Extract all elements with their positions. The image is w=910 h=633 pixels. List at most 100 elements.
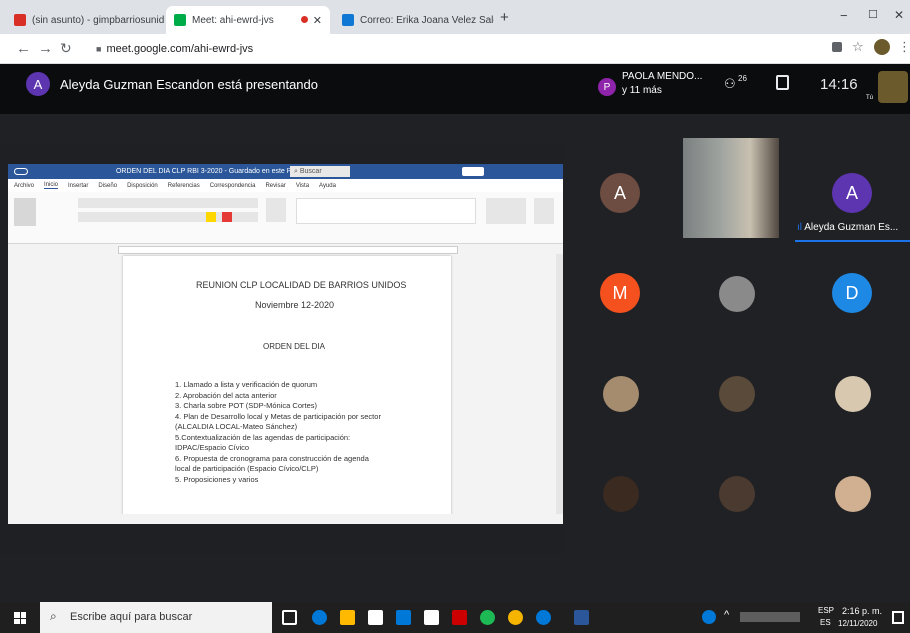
mail-icon[interactable]	[396, 610, 411, 625]
chevron-up-icon[interactable]: ^	[724, 609, 729, 621]
star-icon[interactable]: ☆	[852, 39, 864, 55]
skype-icon[interactable]	[536, 610, 551, 625]
participant-tile[interactable]	[563, 444, 678, 542]
maximize-button[interactable]: ☐	[868, 8, 878, 21]
participant-tile[interactable]	[679, 138, 794, 242]
doc-item: IDPAC/Espacio Cívico	[175, 443, 250, 452]
editing-controls[interactable]	[486, 198, 526, 224]
doc-section-title: ORDEN DEL DIA	[263, 342, 325, 351]
back-icon[interactable]: ←	[16, 40, 31, 57]
tab-gmail[interactable]: (sin asunto) - gimpbarriosunidos ✕	[6, 6, 164, 34]
word-tab-9[interactable]: Ayuda	[319, 183, 336, 189]
window-close-button[interactable]: ✕	[894, 8, 904, 22]
reload-icon[interactable]: ↻	[60, 40, 72, 57]
meeting-time: 14:16	[820, 76, 858, 93]
camera-permission-icon[interactable]	[832, 42, 842, 52]
forward-icon[interactable]: →	[38, 40, 53, 57]
paragraph-controls[interactable]	[266, 198, 286, 222]
close-icon[interactable]: ✕	[307, 14, 322, 27]
word-status-bar	[8, 514, 564, 524]
participant-photo	[603, 476, 639, 512]
word-icon[interactable]	[574, 610, 589, 625]
self-label: Tú	[866, 95, 874, 101]
store-icon[interactable]	[368, 610, 383, 625]
participant-tile[interactable]: Aıl Aleyda Guzman Es...	[795, 144, 910, 242]
participant-tile[interactable]	[679, 244, 794, 342]
participant-avatar: A	[832, 173, 872, 213]
notifications-icon[interactable]	[892, 611, 904, 624]
participant-tile[interactable]: D	[795, 244, 910, 342]
outlook-icon	[342, 14, 354, 26]
help-icon[interactable]	[702, 610, 716, 624]
word-tab-5[interactable]: Referencias	[168, 183, 200, 189]
browser-tab-bar: (sin asunto) - gimpbarriosunidos ✕ Meet:…	[0, 0, 910, 34]
self-view[interactable]	[878, 71, 908, 103]
search-icon: ⌕	[294, 168, 298, 175]
tab-outlook[interactable]: Correo: Erika Joana Velez Saldarr ✕	[334, 6, 494, 34]
doc-date: Noviembre 12-2020	[255, 300, 335, 310]
word-window: ORDEN DEL DIA CLP RBI 3-2020 - Guardado …	[8, 164, 564, 524]
taskbar-search-box[interactable]: ⌕ Escribe aquí para buscar	[40, 602, 272, 633]
minimize-button[interactable]: −	[840, 8, 848, 23]
dropbox-icon[interactable]	[424, 610, 439, 625]
word-ribbon	[8, 192, 564, 244]
word-tab-3[interactable]: Diseño	[98, 183, 117, 189]
doc-item: 2. Aprobación del acta anterior	[175, 390, 277, 400]
clock-time[interactable]: 2:16 p. m.	[842, 606, 882, 616]
app-icon[interactable]	[452, 610, 467, 625]
dictate-icon[interactable]	[534, 198, 554, 224]
participant-name[interactable]: PAOLA MENDO...	[622, 71, 702, 82]
participant-tile[interactable]	[795, 444, 910, 542]
task-view-icon[interactable]	[282, 610, 297, 625]
share-button[interactable]	[462, 167, 484, 176]
speaker-name: Aleyda Guzman Es...	[804, 222, 899, 233]
tab-meet[interactable]: Meet: ahi-ewrd-jvs ✕	[166, 6, 330, 34]
participant-tile[interactable]	[679, 444, 794, 542]
participant-tile[interactable]	[795, 344, 910, 442]
word-autosave-toggle[interactable]	[14, 167, 28, 175]
tray-icons[interactable]	[740, 612, 800, 622]
participant-more[interactable]: y 11 más	[622, 85, 662, 96]
participant-avatar: P	[598, 78, 616, 96]
word-tab-0[interactable]: Archivo	[14, 183, 34, 189]
chrome-icon[interactable]	[508, 610, 523, 625]
participant-tile[interactable]: A	[563, 144, 678, 242]
font-color-icon[interactable]	[222, 212, 232, 222]
word-search[interactable]: ⌕ Buscar	[290, 166, 350, 177]
doc-item: 4. Plan de Desarrollo local y Metas de p…	[175, 411, 381, 421]
word-tab-6[interactable]: Correspondencia	[210, 183, 256, 189]
participant-photo	[835, 376, 871, 412]
profile-avatar[interactable]	[874, 39, 890, 55]
windows-start-icon[interactable]	[14, 612, 26, 624]
participant-photo	[835, 476, 871, 512]
participant-tile[interactable]	[679, 344, 794, 442]
file-explorer-icon[interactable]	[340, 610, 355, 625]
doc-item: 3. Charla sobre POT (SDP-Mónica Cortes)	[175, 401, 317, 410]
participant-grid: A Aıl Aleyda Guzman Es... M D	[563, 138, 910, 554]
tab-label: (sin asunto) - gimpbarriosunidos	[32, 14, 164, 26]
highlight-icon[interactable]	[206, 212, 216, 222]
participant-tile[interactable]	[563, 344, 678, 442]
new-tab-button[interactable]: +	[500, 9, 509, 26]
styles-gallery[interactable]	[296, 198, 476, 224]
url-input[interactable]: ■ meet.google.com/ahi-ewrd-jvs	[82, 39, 802, 60]
word-tab-4[interactable]: Disposición	[127, 183, 158, 189]
clock-date[interactable]: 12/11/2020	[838, 619, 877, 628]
spotify-icon[interactable]	[480, 610, 495, 625]
paste-icon[interactable]	[14, 198, 36, 226]
doc-item: 5. Proposiciones y varios	[175, 474, 259, 484]
word-tab-8[interactable]: Vista	[296, 183, 309, 189]
edge-icon[interactable]	[312, 610, 327, 625]
language-indicator[interactable]: ESP	[818, 606, 834, 615]
word-tab-1[interactable]: Inicio	[44, 182, 59, 189]
word-tab-2[interactable]: Insertar	[68, 183, 88, 189]
participant-photo	[719, 276, 755, 312]
people-icon[interactable]: ⚇	[724, 76, 736, 92]
font-controls[interactable]	[78, 198, 258, 208]
chat-icon[interactable]	[776, 75, 789, 90]
participant-tile[interactable]: M	[563, 244, 678, 342]
document-page[interactable]: REUNION CLP LOCALIDAD DE BARRIOS UNIDOS …	[123, 256, 451, 524]
word-tab-7[interactable]: Revisar	[265, 183, 285, 189]
keyboard-indicator[interactable]: ES	[820, 618, 831, 627]
menu-icon[interactable]: ⋮	[898, 39, 910, 55]
